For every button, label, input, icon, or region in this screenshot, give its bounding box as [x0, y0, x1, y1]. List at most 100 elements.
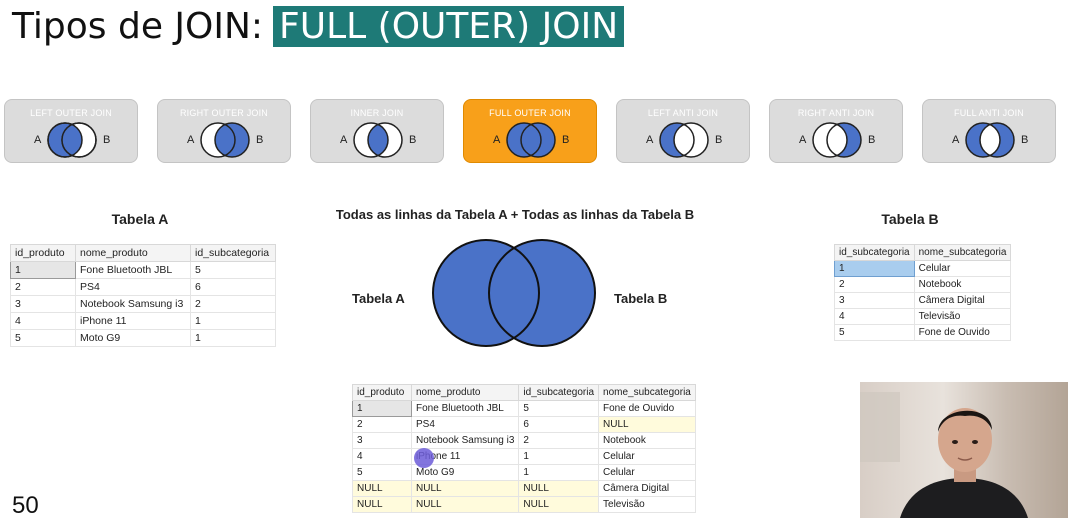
join-card-full-anti: FULL ANTI JOIN A B — [922, 99, 1056, 163]
column-header: id_subcategoria — [518, 384, 600, 401]
venn-full-anti-icon — [965, 122, 1015, 158]
table-cell[interactable]: 2 — [834, 276, 915, 293]
column-header: nome_produto — [75, 244, 191, 262]
table-cell[interactable]: 3 — [352, 432, 412, 449]
table-row[interactable]: 4 iPhone 11 1 Celular — [352, 448, 696, 465]
table-cell[interactable]: 4 — [10, 312, 76, 330]
table-cell[interactable]: 1 — [518, 448, 600, 465]
table-cell[interactable]: NULL — [352, 496, 412, 513]
table-cell[interactable]: PS4 — [410, 416, 520, 433]
venn-left-anti-icon — [659, 122, 709, 158]
table-cell[interactable]: Moto G9 — [75, 329, 191, 347]
table-cell[interactable]: Câmera Digital — [598, 480, 696, 497]
table-cell[interactable]: NULL — [410, 480, 520, 497]
tabela-a-grid: id_produto nome_produto id_subcategoria … — [10, 244, 276, 347]
table-row[interactable]: 1 Celular — [834, 260, 1012, 277]
table-cell[interactable]: 2 — [518, 432, 600, 449]
table-cell[interactable]: 4 — [352, 448, 412, 465]
venn-right-anti-icon — [812, 122, 862, 158]
table-cell[interactable]: Televisão — [598, 496, 696, 513]
table-cell[interactable]: 5 — [518, 400, 600, 417]
table-cell[interactable]: Fone Bluetooth JBL — [410, 400, 520, 417]
join-card-right-anti: RIGHT ANTI JOIN A B — [769, 99, 903, 163]
table-cell[interactable]: 1 — [352, 400, 412, 417]
join-card-left-anti: LEFT ANTI JOIN A B — [616, 99, 750, 163]
table-row[interactable]: 4 iPhone 11 1 — [10, 312, 276, 330]
table-cell[interactable]: 1 — [834, 260, 915, 277]
venn-caption: Todas as linhas da Tabela A + Todas as l… — [335, 207, 695, 222]
table-cell[interactable]: Notebook Samsung i3 — [75, 295, 191, 313]
set-a-label: A — [187, 134, 195, 146]
table-cell[interactable]: Notebook — [913, 276, 1012, 293]
set-a-label: A — [493, 134, 501, 146]
table-cell[interactable]: Celular — [598, 464, 696, 481]
table-row[interactable]: 2 Notebook — [834, 276, 1012, 293]
table-cell[interactable]: 1 — [518, 464, 600, 481]
table-cell[interactable]: Fone Bluetooth JBL — [75, 261, 191, 279]
table-cell[interactable]: Celular — [598, 448, 696, 465]
table-row[interactable]: 5 Fone de Ouvido — [834, 324, 1012, 341]
table-cell[interactable]: 4 — [834, 308, 915, 325]
set-a-label: A — [952, 134, 960, 146]
table-cell[interactable]: Notebook Samsung i3 — [410, 432, 520, 449]
table-cell[interactable]: 2 — [10, 278, 76, 296]
table-row[interactable]: NULL NULL NULL Televisão — [352, 496, 696, 513]
table-cell[interactable]: Fone de Ouvido — [913, 324, 1012, 341]
venn-left-label: Tabela A — [352, 291, 405, 306]
table-cell[interactable]: 6 — [518, 416, 600, 433]
table-cell[interactable]: Câmera Digital — [913, 292, 1012, 309]
table-row[interactable]: 1 Fone Bluetooth JBL 5 Fone de Ouvido — [352, 400, 696, 417]
column-header: id_produto — [352, 384, 412, 401]
column-header: id_subcategoria — [190, 244, 276, 262]
presenter-webcam — [860, 382, 1068, 518]
table-cell[interactable]: 5 — [834, 324, 915, 341]
table-cell[interactable]: 5 — [352, 464, 412, 481]
title-highlight: FULL (OUTER) JOIN — [273, 5, 625, 47]
set-b-label: B — [256, 134, 264, 146]
set-b-label: B — [103, 134, 111, 146]
table-cell[interactable]: 5 — [190, 261, 276, 279]
table-cell[interactable]: Fone de Ouvido — [598, 400, 696, 417]
table-cell[interactable]: 3 — [10, 295, 76, 313]
table-row[interactable]: 5 Moto G9 1 Celular — [352, 464, 696, 481]
set-a-label: A — [646, 134, 654, 146]
table-cell[interactable]: 1 — [190, 329, 276, 347]
table-row[interactable]: 3 Notebook Samsung i3 2 — [10, 295, 276, 313]
table-cell[interactable]: iPhone 11 — [75, 312, 191, 330]
table-cell[interactable]: NULL — [518, 480, 600, 497]
table-cell[interactable]: 3 — [834, 292, 915, 309]
table-row[interactable]: 2 PS4 6 NULL — [352, 416, 696, 433]
table-cell[interactable]: NULL — [410, 496, 520, 513]
set-b-label: B — [868, 134, 876, 146]
mouse-cursor-highlight — [414, 448, 434, 468]
table-cell[interactable]: Televisão — [913, 308, 1012, 325]
column-header: nome_subcategoria — [598, 384, 696, 401]
table-cell[interactable]: 1 — [190, 312, 276, 330]
table-cell[interactable]: Notebook — [598, 432, 696, 449]
table-row[interactable]: 2 PS4 6 — [10, 278, 276, 296]
table-cell[interactable]: 5 — [10, 329, 76, 347]
table-cell[interactable]: PS4 — [75, 278, 191, 296]
table-cell[interactable]: 2 — [190, 295, 276, 313]
table-cell[interactable]: 6 — [190, 278, 276, 296]
join-card-label: FULL OUTER JOIN — [489, 108, 571, 118]
join-card-left-outer: LEFT OUTER JOIN A B — [4, 99, 138, 163]
table-row[interactable]: 1 Fone Bluetooth JBL 5 — [10, 261, 276, 279]
table-row[interactable]: 3 Câmera Digital — [834, 292, 1012, 309]
join-card-inner: INNER JOIN A B — [310, 99, 444, 163]
table-cell[interactable]: 1 — [10, 261, 76, 279]
table-cell[interactable]: Celular — [913, 260, 1012, 277]
table-row[interactable]: NULL NULL NULL Câmera Digital — [352, 480, 696, 497]
table-row[interactable]: 4 Televisão — [834, 308, 1012, 325]
table-cell[interactable]: NULL — [598, 416, 696, 433]
result-grid: id_produto nome_produto id_subcategoria … — [352, 384, 696, 513]
table-cell[interactable]: 2 — [352, 416, 412, 433]
set-b-label: B — [562, 134, 570, 146]
table-row[interactable]: 5 Moto G9 1 — [10, 329, 276, 347]
table-cell[interactable]: NULL — [518, 496, 600, 513]
table-cell[interactable]: NULL — [352, 480, 412, 497]
join-card-label: RIGHT OUTER JOIN — [179, 108, 269, 118]
set-a-label: A — [799, 134, 807, 146]
table-row[interactable]: 3 Notebook Samsung i3 2 Notebook — [352, 432, 696, 449]
join-card-label: LEFT ANTI JOIN — [647, 108, 719, 118]
